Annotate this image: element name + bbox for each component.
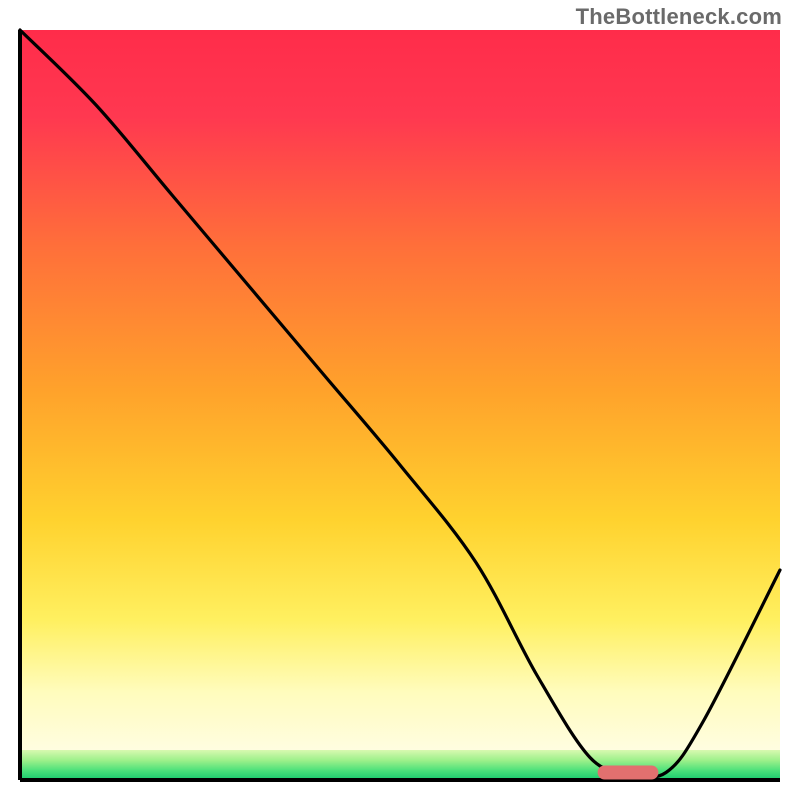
bottleneck-chart bbox=[0, 0, 800, 800]
gradient-background bbox=[20, 30, 780, 750]
optimal-marker bbox=[598, 766, 659, 780]
green-band bbox=[20, 750, 780, 780]
